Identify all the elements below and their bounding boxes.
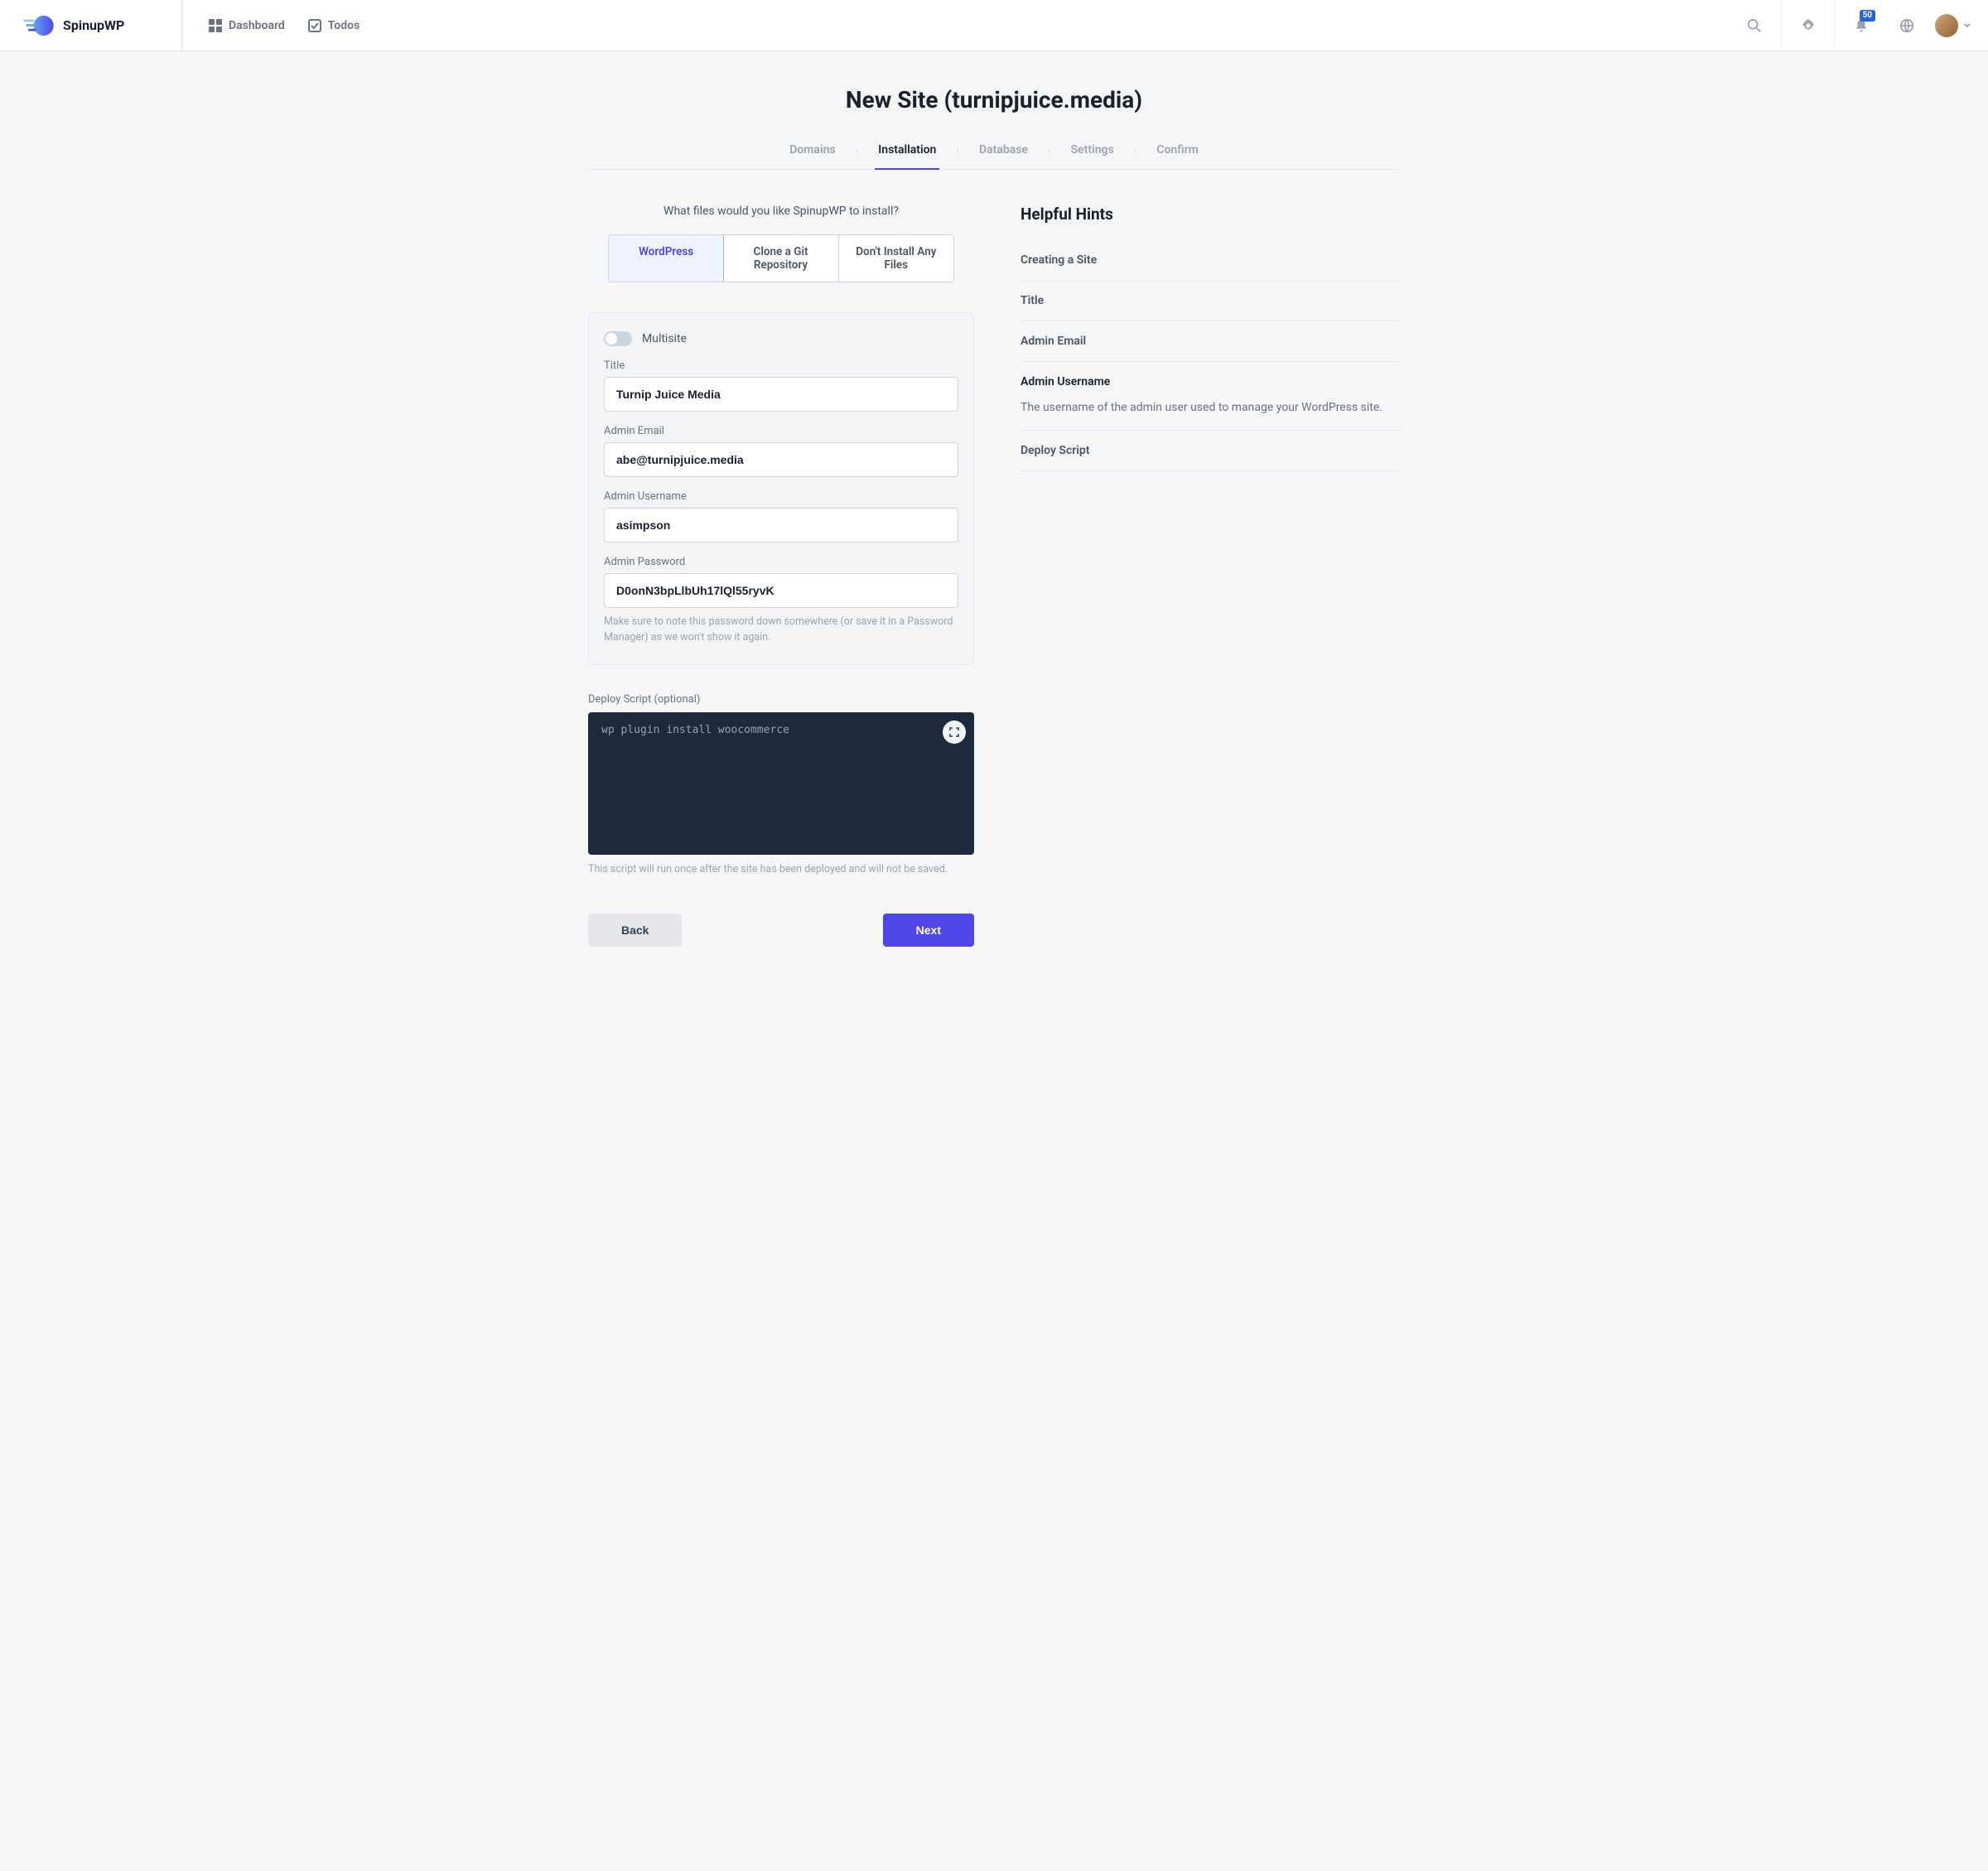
hint-admin-username[interactable]: Admin Username The username of the admin…	[1021, 362, 1400, 431]
admin-username-label: Admin Username	[604, 490, 958, 503]
brand-logo-icon	[23, 15, 55, 36]
title-input[interactable]	[604, 377, 958, 412]
seg-wordpress[interactable]: WordPress	[608, 234, 724, 282]
admin-email-input[interactable]	[604, 442, 958, 477]
todos-icon	[308, 19, 321, 32]
topbar-actions: 50	[1728, 0, 1988, 51]
gear-icon	[1801, 18, 1816, 33]
chevron-right-icon: ›	[856, 145, 859, 168]
nav-todos-label: Todos	[328, 19, 359, 32]
step-database[interactable]: Database	[976, 143, 1031, 170]
user-menu[interactable]	[1927, 14, 1988, 37]
nav-dashboard[interactable]: Dashboard	[209, 19, 285, 32]
hints-title: Helpful Hints	[1021, 205, 1400, 224]
brand[interactable]: SpinupWP	[0, 0, 182, 51]
chevron-right-icon: ›	[1048, 145, 1051, 168]
step-domains[interactable]: Domains	[786, 143, 838, 170]
seg-none[interactable]: Don't Install Any Files	[839, 235, 953, 282]
search-button[interactable]	[1728, 0, 1781, 51]
hint-admin-email[interactable]: Admin Email	[1021, 321, 1400, 362]
hint-admin-username-body: The username of the admin user used to m…	[1021, 398, 1400, 417]
hint-title[interactable]: Title	[1021, 281, 1400, 321]
helpful-hints-panel: Helpful Hints Creating a Site Title Admi…	[1021, 205, 1400, 471]
notification-badge: 50	[1860, 10, 1875, 22]
primary-nav: Dashboard Todos	[182, 0, 386, 51]
hint-admin-username-label: Admin Username	[1021, 375, 1110, 388]
topbar: SpinupWP Dashboard Todos 50	[0, 0, 1988, 51]
help-button[interactable]	[1887, 0, 1927, 51]
chevron-right-icon: ›	[1134, 145, 1137, 168]
install-type-segment: WordPress Clone a Git Repository Don't I…	[608, 234, 954, 282]
wordpress-form-card: Multisite Title Admin Email Admin Userna…	[588, 312, 974, 665]
title-label: Title	[604, 359, 958, 372]
chevron-down-icon	[1963, 22, 1971, 30]
seg-git[interactable]: Clone a Git Repository	[723, 235, 838, 282]
back-button[interactable]: Back	[588, 914, 682, 947]
install-prompt: What files would you like SpinupWP to in…	[588, 205, 974, 218]
nav-todos[interactable]: Todos	[308, 19, 359, 32]
step-installation[interactable]: Installation	[875, 143, 939, 170]
password-hint: Make sure to note this password down som…	[604, 615, 958, 646]
avatar	[1935, 14, 1958, 37]
globe-icon	[1899, 18, 1914, 33]
hint-creating-site[interactable]: Creating a Site	[1021, 240, 1400, 281]
settings-button[interactable]	[1781, 0, 1834, 51]
multisite-toggle[interactable]	[604, 331, 632, 346]
admin-username-input[interactable]	[604, 508, 958, 542]
search-icon	[1747, 18, 1762, 33]
notifications-button[interactable]: 50	[1834, 0, 1887, 51]
expand-icon	[948, 726, 960, 738]
wizard-steps: Domains › Installation › Database › Sett…	[588, 143, 1400, 170]
expand-button[interactable]	[943, 721, 966, 744]
page-title: New Site (turnipjuice.media)	[588, 86, 1400, 113]
admin-password-label: Admin Password	[604, 556, 958, 568]
step-confirm[interactable]: Confirm	[1153, 143, 1201, 170]
step-settings[interactable]: Settings	[1068, 143, 1117, 170]
next-button[interactable]: Next	[883, 914, 974, 947]
chevron-right-icon: ›	[956, 145, 959, 168]
multisite-label: Multisite	[642, 332, 687, 345]
admin-email-label: Admin Email	[604, 425, 958, 437]
deploy-hint: This script will run once after the site…	[588, 863, 974, 875]
dashboard-icon	[209, 19, 222, 32]
nav-dashboard-label: Dashboard	[229, 19, 285, 32]
brand-name: SpinupWP	[63, 17, 124, 33]
hint-deploy-script[interactable]: Deploy Script	[1021, 431, 1400, 471]
deploy-script-editor[interactable]: wp plugin install woocommerce	[588, 712, 974, 855]
deploy-placeholder: wp plugin install woocommerce	[601, 724, 789, 736]
deploy-script-label: Deploy Script (optional)	[588, 693, 974, 706]
admin-password-input[interactable]	[604, 573, 958, 608]
